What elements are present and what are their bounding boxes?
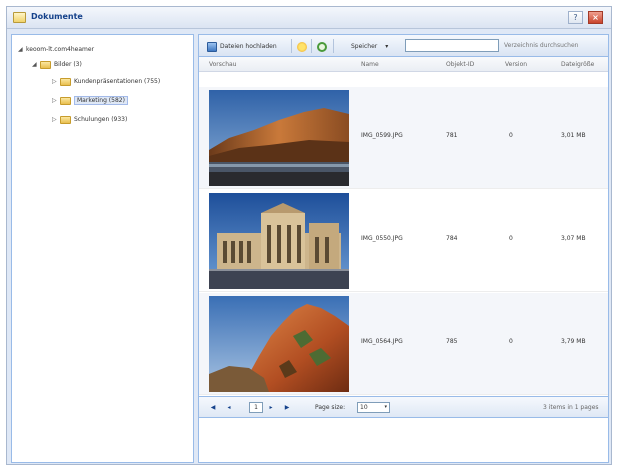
- chevron-down-icon: ▾: [385, 43, 389, 50]
- object-id: 784: [446, 235, 458, 242]
- tree-item-schulungen[interactable]: ▷ Schulungen (933): [52, 113, 127, 126]
- file-size: 3,79 MB: [561, 338, 586, 345]
- first-page-icon[interactable]: ◀: [209, 403, 217, 412]
- collapse-icon[interactable]: ▷: [52, 116, 60, 123]
- preview-thumbnail[interactable]: [209, 296, 349, 392]
- next-page-icon[interactable]: ▸: [267, 403, 275, 412]
- refresh-icon: [317, 41, 327, 52]
- page-size-select[interactable]: 10 ▾: [357, 402, 390, 413]
- upload-label: Dateien hochladen: [220, 43, 277, 50]
- new-folder-button[interactable]: [297, 41, 310, 52]
- file-size: 3,07 MB: [561, 235, 586, 242]
- folder-icon: [13, 12, 26, 23]
- tree-item-label: Bilder (3): [54, 61, 82, 68]
- grid-header: Vorschau Name Objekt-ID Version Dateigrö…: [199, 57, 608, 72]
- collapse-icon[interactable]: ▷: [52, 78, 60, 85]
- expand-icon[interactable]: ◢: [32, 61, 40, 68]
- folder-icon: [60, 115, 71, 124]
- save-dropdown[interactable]: Speicher ▾: [351, 41, 388, 52]
- object-id: 785: [446, 338, 458, 345]
- table-row[interactable]: IMG_0550.JPG 784 0 3,07 MB: [199, 190, 608, 292]
- toolbar-divider: [333, 39, 334, 53]
- column-header-name[interactable]: Name: [361, 61, 379, 68]
- toolbar-divider: [291, 39, 292, 53]
- preview-thumbnail[interactable]: [209, 90, 349, 186]
- file-name: IMG_0550.JPG: [361, 235, 403, 242]
- tree-item-label: Kundenpräsentationen (755): [74, 78, 161, 85]
- object-id: 781: [446, 132, 458, 139]
- tree-item-label: Marketing (582): [74, 96, 128, 105]
- pagination-bar: ◀ ◂ 1 ▸ ▶ Page size: 10 ▾ 3 items in 1 p…: [199, 396, 608, 418]
- column-header-preview[interactable]: Vorschau: [209, 61, 236, 68]
- file-grid-panel: Dateien hochladen Speicher ▾ Verzeichnis…: [198, 34, 609, 463]
- close-button[interactable]: ×: [588, 11, 603, 24]
- title-bar[interactable]: Dokumente ? ×: [7, 7, 611, 29]
- column-header-file-size[interactable]: Dateigröße: [561, 61, 594, 68]
- preview-thumbnail[interactable]: [209, 193, 349, 289]
- tree-item-label: keoom-lt.com4heamer: [26, 46, 95, 53]
- help-button[interactable]: ?: [568, 11, 583, 24]
- column-header-object-id[interactable]: Objekt-ID: [446, 61, 474, 68]
- version: 0: [509, 132, 513, 139]
- upload-icon: [207, 41, 217, 52]
- folder-icon: [60, 96, 71, 105]
- tree-item-label: Schulungen (933): [74, 116, 128, 123]
- page-number-input[interactable]: 1: [249, 402, 263, 413]
- file-size: 3,01 MB: [561, 132, 586, 139]
- toolbar: Dateien hochladen Speicher ▾ Verzeichnis…: [199, 35, 608, 57]
- save-label: Speicher: [351, 43, 378, 50]
- search-input[interactable]: [405, 39, 499, 52]
- refresh-button[interactable]: [317, 41, 330, 52]
- table-row[interactable]: IMG_0564.JPG 785 0 3,79 MB: [199, 293, 608, 395]
- folder-icon: [60, 77, 71, 86]
- chevron-down-icon: ▾: [384, 404, 387, 410]
- page-size-value: 10: [360, 404, 368, 411]
- window-title: Dokumente: [31, 12, 83, 21]
- page-size-label: Page size:: [315, 404, 346, 411]
- folder-icon: [40, 60, 51, 69]
- tree-item-marketing[interactable]: ▷ Marketing (582): [52, 94, 128, 107]
- star-icon: [297, 41, 307, 52]
- pagination-summary: 3 items in 1 pages: [543, 404, 599, 411]
- tree-item-kundenpraesentationen[interactable]: ▷ Kundenpräsentationen (755): [52, 75, 160, 88]
- version: 0: [509, 235, 513, 242]
- expand-icon[interactable]: ◢: [18, 46, 26, 53]
- folder-tree: ◢ keoom-lt.com4heamer ◢ Bilder (3) ▷ Kun…: [11, 34, 194, 463]
- tree-item-root[interactable]: ◢ keoom-lt.com4heamer: [18, 43, 94, 56]
- toolbar-divider: [311, 39, 312, 53]
- column-header-version[interactable]: Version: [505, 61, 527, 68]
- file-name: IMG_0564.JPG: [361, 338, 403, 345]
- version: 0: [509, 338, 513, 345]
- upload-button[interactable]: Dateien hochladen: [207, 41, 277, 52]
- search-hint: Verzeichnis durchsuchen: [504, 42, 579, 49]
- last-page-icon[interactable]: ▶: [283, 403, 291, 412]
- collapse-icon[interactable]: ▷: [52, 97, 60, 104]
- file-name: IMG_0599.JPG: [361, 132, 403, 139]
- table-row[interactable]: IMG_0599.JPG 781 0 3,01 MB: [199, 87, 608, 189]
- tree-item-bilder[interactable]: ◢ Bilder (3): [32, 58, 82, 71]
- prev-page-icon[interactable]: ◂: [225, 403, 233, 412]
- documents-window: Dokumente ? × ◢ keoom-lt.com4heamer ◢ Bi…: [6, 6, 612, 465]
